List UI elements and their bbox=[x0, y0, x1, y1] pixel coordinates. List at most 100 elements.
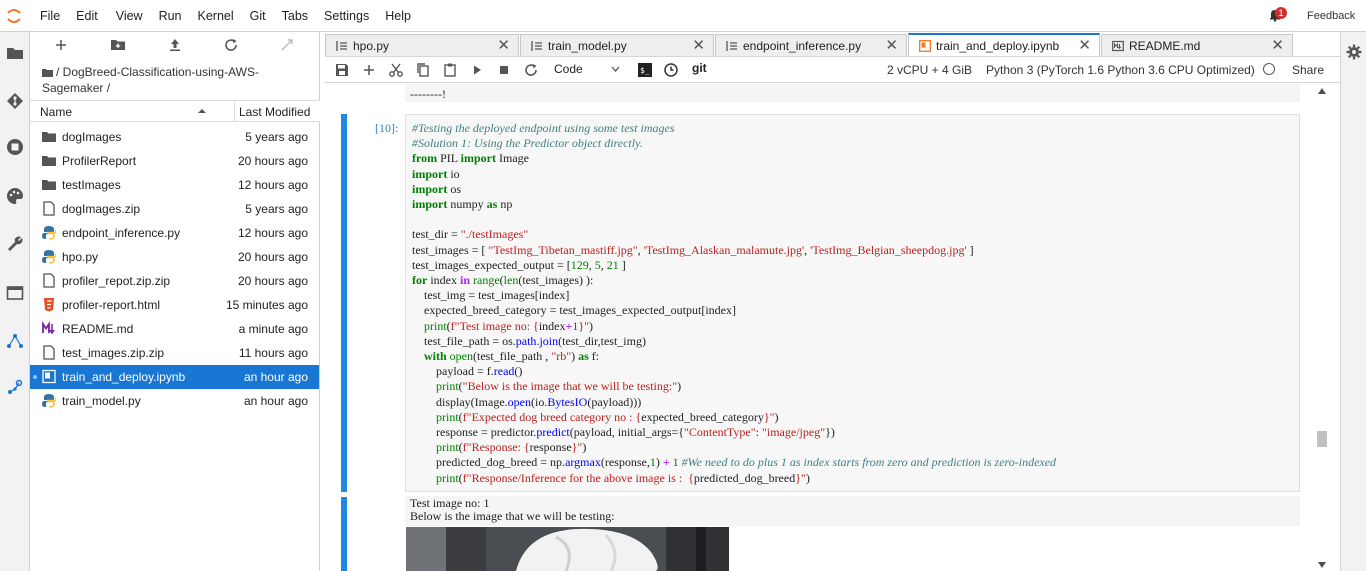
notebook-scrollbar[interactable] bbox=[1315, 83, 1329, 571]
file-modified: 20 hours ago bbox=[237, 154, 308, 168]
close-icon[interactable]: ✕ bbox=[1271, 36, 1284, 54]
instance-type[interactable]: 2 vCPU + 4 GiB bbox=[887, 63, 972, 77]
cell-type-select[interactable]: Code bbox=[554, 62, 583, 76]
scroll-down-icon[interactable] bbox=[1318, 562, 1326, 568]
running-icon[interactable] bbox=[6, 138, 24, 156]
file-row[interactable]: dogImages.zip 5 years ago bbox=[30, 197, 319, 221]
close-icon[interactable]: ✕ bbox=[885, 36, 898, 54]
file-name[interactable]: README.md bbox=[62, 322, 133, 336]
editor-tab[interactable]: train_and_deploy.ipynb ✕ bbox=[908, 33, 1100, 56]
markdown-icon bbox=[42, 321, 56, 336]
folder-home-icon[interactable] bbox=[42, 68, 53, 78]
file-name[interactable]: train_model.py bbox=[62, 394, 141, 408]
file-row[interactable]: profiler_repot.zip.zip 20 hours ago bbox=[30, 269, 319, 293]
right-sidebar bbox=[1340, 32, 1366, 571]
file-name[interactable]: profiler_repot.zip.zip bbox=[62, 274, 170, 288]
stop-icon[interactable] bbox=[496, 62, 512, 78]
python-icon bbox=[42, 393, 57, 408]
git-button[interactable]: git bbox=[692, 61, 707, 75]
output-collapser[interactable] bbox=[341, 497, 347, 571]
folder-icon bbox=[42, 177, 56, 192]
editor-tab[interactable]: README.md ✕ bbox=[1101, 34, 1293, 56]
file-name[interactable]: ProfilerReport bbox=[62, 154, 136, 168]
chevron-down-icon[interactable] bbox=[611, 66, 620, 72]
file-row[interactable]: dogImages 5 years ago bbox=[30, 125, 319, 149]
file-row[interactable]: hpo.py 20 hours ago bbox=[30, 245, 319, 269]
graph-icon[interactable] bbox=[6, 332, 24, 350]
palette-icon[interactable] bbox=[6, 187, 24, 205]
menu-settings[interactable]: Settings bbox=[324, 9, 369, 23]
breadcrumb[interactable]: / DogBreed-Classification-using-AWS-Sage… bbox=[42, 64, 312, 96]
menu-edit[interactable]: Edit bbox=[76, 9, 98, 23]
breadcrumb-path[interactable]: / DogBreed-Classification-using-AWS-Sage… bbox=[42, 65, 259, 95]
file-name[interactable]: profiler-report.html bbox=[62, 298, 160, 312]
file-row[interactable]: test_images.zip.zip 11 hours ago bbox=[30, 341, 319, 365]
file-row[interactable]: testImages 12 hours ago bbox=[30, 173, 319, 197]
cut-icon[interactable] bbox=[388, 62, 404, 78]
tab-label[interactable]: train_and_deploy.ipynb bbox=[936, 39, 1059, 53]
clock-icon[interactable] bbox=[663, 62, 679, 78]
file-row[interactable]: ProfilerReport 20 hours ago bbox=[30, 149, 319, 173]
save-icon[interactable] bbox=[334, 62, 350, 78]
git-icon[interactable] bbox=[6, 92, 24, 110]
code-text[interactable]: #Testing the deployed endpoint using som… bbox=[412, 121, 1056, 486]
file-name[interactable]: test_images.zip.zip bbox=[62, 346, 164, 360]
file-row[interactable]: train_model.py an hour ago bbox=[30, 389, 319, 413]
copy-icon[interactable] bbox=[415, 62, 431, 78]
cell-collapser[interactable] bbox=[341, 114, 347, 492]
gear-icon[interactable] bbox=[1346, 44, 1362, 60]
tabs-icon[interactable] bbox=[6, 284, 24, 302]
menu-git[interactable]: Git bbox=[250, 9, 266, 23]
terminal-icon[interactable]: $_ bbox=[637, 62, 653, 78]
menu-help[interactable]: Help bbox=[385, 9, 411, 23]
file-name[interactable]: train_and_deploy.ipynb bbox=[62, 370, 185, 384]
file-name[interactable]: hpo.py bbox=[62, 250, 98, 264]
editor-tab[interactable]: hpo.py ✕ bbox=[325, 34, 519, 56]
sort-ascending-icon[interactable] bbox=[198, 106, 206, 116]
refresh-icon[interactable] bbox=[223, 37, 239, 53]
file-modified: an hour ago bbox=[243, 394, 308, 408]
file-row[interactable]: profiler-report.html 15 minutes ago bbox=[30, 293, 319, 317]
menu-file[interactable]: File bbox=[40, 9, 60, 23]
file-row[interactable]: train_and_deploy.ipynb an hour ago bbox=[30, 365, 319, 389]
menu-kernel[interactable]: Kernel bbox=[198, 9, 234, 23]
upload-icon[interactable] bbox=[167, 37, 183, 53]
close-icon[interactable]: ✕ bbox=[497, 36, 510, 54]
menu-view[interactable]: View bbox=[116, 9, 143, 23]
kernel-name[interactable]: Python 3 (PyTorch 1.6 Python 3.6 CPU Opt… bbox=[986, 63, 1255, 77]
feedback-link[interactable]: Feedback bbox=[1307, 10, 1355, 22]
file-row[interactable]: endpoint_inference.py 12 hours ago bbox=[30, 221, 319, 245]
file-name[interactable]: dogImages.zip bbox=[62, 202, 140, 216]
close-icon[interactable]: ✕ bbox=[1078, 36, 1091, 54]
file-name[interactable]: testImages bbox=[62, 178, 121, 192]
wrench-icon[interactable] bbox=[6, 235, 24, 253]
network-icon[interactable] bbox=[6, 378, 24, 396]
tab-label[interactable]: endpoint_inference.py bbox=[743, 39, 861, 53]
new-launcher-icon[interactable] bbox=[53, 37, 69, 53]
new-folder-icon[interactable] bbox=[110, 37, 126, 53]
file-name[interactable]: dogImages bbox=[62, 130, 121, 144]
file-row[interactable]: README.md a minute ago bbox=[30, 317, 319, 341]
scroll-thumb[interactable] bbox=[1317, 431, 1327, 447]
share-button[interactable]: Share bbox=[1292, 63, 1324, 77]
tab-label[interactable]: hpo.py bbox=[353, 39, 389, 53]
scroll-up-icon[interactable] bbox=[1318, 88, 1326, 94]
editor-tab[interactable]: endpoint_inference.py ✕ bbox=[715, 34, 907, 56]
git-clone-icon[interactable] bbox=[279, 37, 295, 53]
file-icon bbox=[42, 345, 56, 360]
editor-tab[interactable]: train_model.py ✕ bbox=[520, 34, 714, 56]
folder-icon[interactable] bbox=[6, 44, 24, 62]
tab-label[interactable]: train_model.py bbox=[548, 39, 627, 53]
file-name[interactable]: endpoint_inference.py bbox=[62, 226, 180, 240]
restart-icon[interactable] bbox=[523, 62, 539, 78]
insert-cell-icon[interactable] bbox=[361, 62, 377, 78]
close-icon[interactable]: ✕ bbox=[692, 36, 705, 54]
column-name-header[interactable]: Name bbox=[40, 105, 72, 119]
tab-label[interactable]: README.md bbox=[1129, 39, 1200, 53]
menu-tabs[interactable]: Tabs bbox=[282, 9, 308, 23]
column-modified-header[interactable]: Last Modified bbox=[234, 101, 320, 122]
paste-icon[interactable] bbox=[442, 62, 458, 78]
code-cell-input[interactable]: #Testing the deployed endpoint using som… bbox=[405, 114, 1300, 492]
menu-run[interactable]: Run bbox=[159, 9, 182, 23]
run-icon[interactable] bbox=[469, 62, 485, 78]
